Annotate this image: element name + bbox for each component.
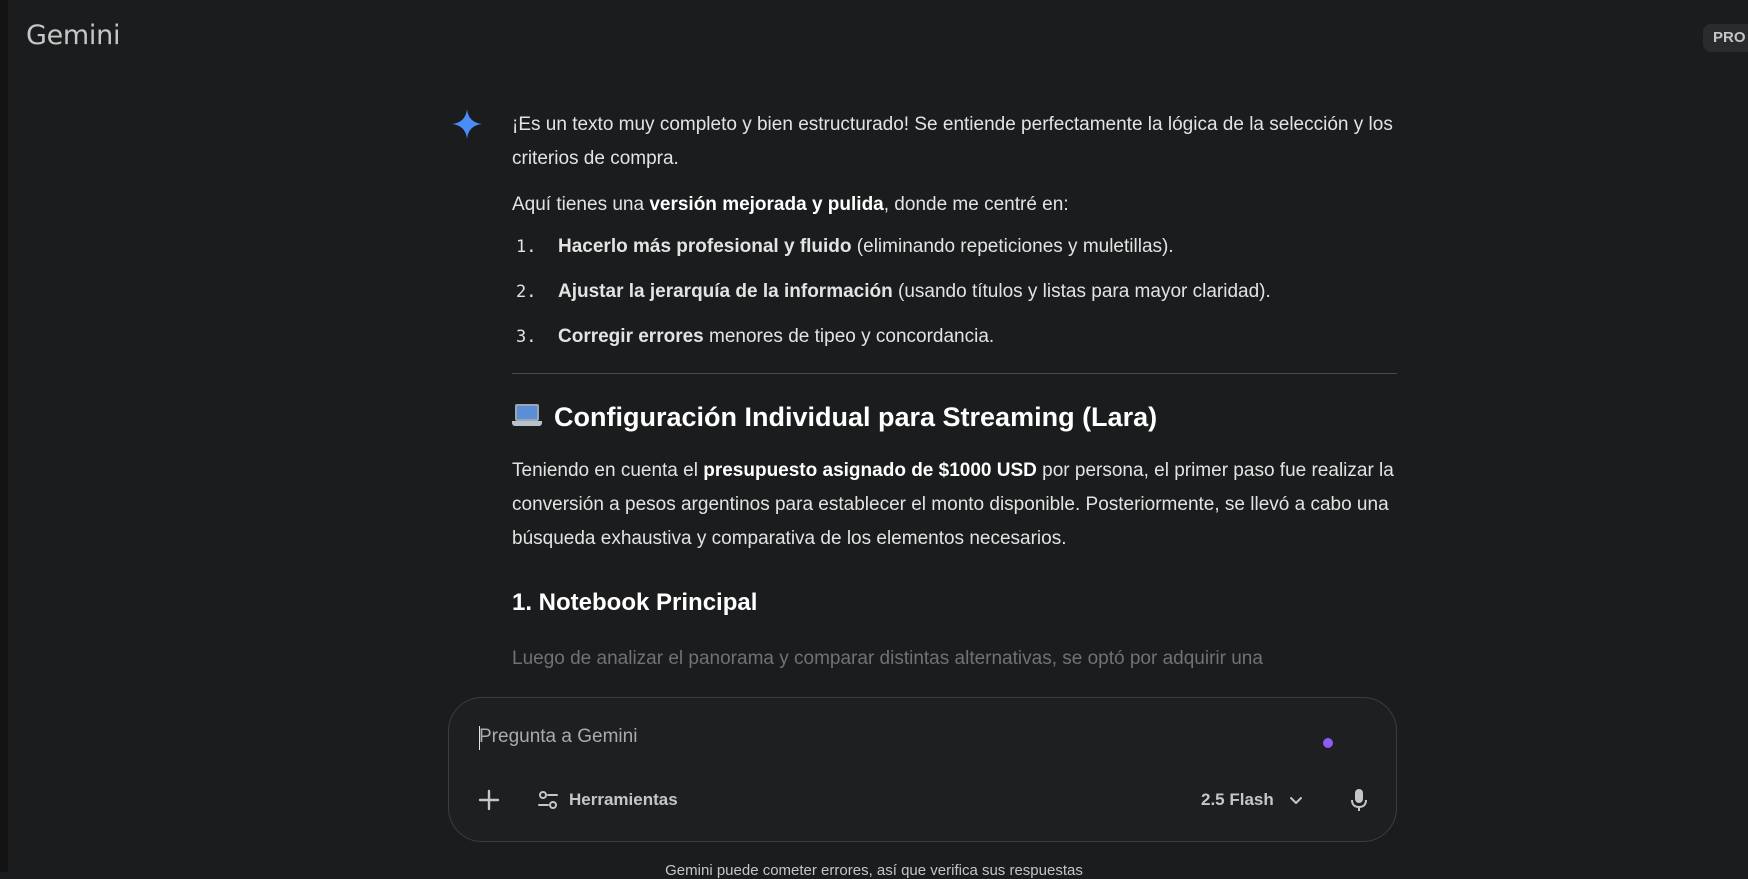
plan-badge[interactable]: PRO [1703,24,1748,52]
list-item-rest: (eliminando repeticiones y muletillas). [851,236,1174,257]
list-item-bold: Ajustar la jerarquía de la información [558,281,893,302]
list-number: 3. [516,327,537,347]
section-body-bold: presupuesto asignado de $1000 USD [703,460,1037,481]
chevron-down-icon [1289,797,1302,804]
tools-button[interactable]: Herramientas [537,786,678,814]
laptop-emoji-icon [512,404,542,430]
list-item-bold: Corregir errores [558,326,704,347]
section-body: Teniendo en cuenta el presupuesto asigna… [512,454,1397,556]
section-divider [512,373,1397,374]
list-item: 3. Corregir errores menores de tipeo y c… [512,320,1397,365]
list-number: 2. [516,282,537,302]
text-caret [479,726,480,750]
faded-paragraph: Luego de analizar el panorama y comparar… [512,648,1263,669]
subheading: 1. Notebook Principal [512,589,758,616]
response-body: ¡Es un texto muy completo y bien estruct… [512,108,1397,676]
gemini-spark-icon [452,109,482,139]
lead-prefix: Aquí tienes una [512,194,650,215]
list-item-rest: menores de tipeo y concordancia. [703,326,995,347]
tools-icon [538,791,558,809]
app-title[interactable]: Gemini [26,20,120,51]
status-dot [1323,738,1333,748]
prompt-input[interactable]: Pregunta a Gemini [479,726,637,748]
plus-icon[interactable] [475,786,503,814]
lead-suffix: , donde me centré en: [883,194,1069,215]
section-heading-text: Configuración Individual para Streaming … [554,402,1158,432]
section-body-prefix: Teniendo en cuenta el [512,460,704,481]
list-item-rest: (usando títulos y listas para mayor clar… [892,281,1271,302]
section-heading: Configuración Individual para Streaming … [512,398,1397,436]
lead-bold: versión mejorada y pulida [649,194,884,215]
list-item: 2. Ajustar la jerarquía de la informació… [512,275,1397,320]
prompt-composer[interactable]: Pregunta a Gemini Herramientas 2.5 Flash [448,697,1397,842]
list-item-bold: Hacerlo más profesional y fluido [558,236,852,257]
response-lead: Aquí tienes una versión mejorada y pulid… [512,188,1397,222]
model-label: 2.5 Flash [1201,790,1274,809]
mic-icon[interactable] [1347,786,1371,814]
list-item: 1. Hacerlo más profesional y fluido (eli… [512,230,1397,275]
list-number: 1. [516,237,537,257]
tools-label: Herramientas [569,790,678,809]
model-selector[interactable]: 2.5 Flash [1201,786,1304,814]
response-intro: ¡Es un texto muy completo y bien estruct… [512,114,1393,169]
side-rail [0,0,8,872]
footer-disclaimer: Gemini puede cometer errores, así que ve… [665,862,1083,879]
